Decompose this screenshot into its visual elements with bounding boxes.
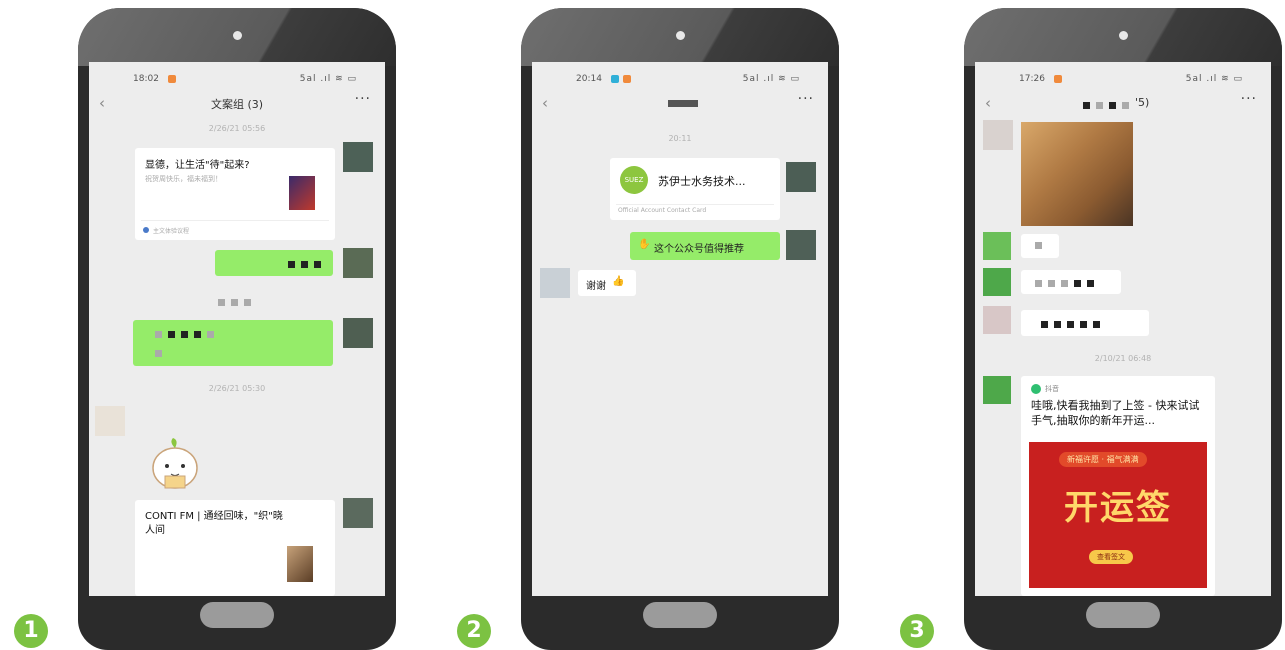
message-text: 谢谢 <box>586 281 606 292</box>
article-card[interactable]: 显德，让生活"待"起来? 祝贺周快乐，福未福到！ 主文体验议程 <box>135 148 335 240</box>
avatar[interactable] <box>786 162 816 192</box>
avatar[interactable] <box>343 318 373 348</box>
home-button[interactable] <box>1086 602 1160 628</box>
app-name: 抖音 <box>1045 385 1059 393</box>
timestamp: 2/10/21 06:48 <box>1094 354 1152 363</box>
avatar[interactable] <box>983 376 1011 404</box>
notification-icon <box>1054 75 1062 83</box>
back-icon[interactable]: ‹ <box>542 94 548 112</box>
notification-icon <box>611 75 619 83</box>
status-icons: 5al .ıl ≋ ▭ <box>299 74 357 84</box>
status-bar: 18:02 5al .ıl ≋ ▭ <box>89 74 385 88</box>
article-thumbnail <box>289 176 315 210</box>
chat-header: ‹ ··· <box>532 91 828 116</box>
avatar[interactable] <box>540 268 570 298</box>
more-icon[interactable]: ··· <box>1241 91 1257 107</box>
camera <box>1119 31 1128 40</box>
back-icon[interactable]: ‹ <box>985 94 991 112</box>
chat-title-suffix: '5) <box>1135 96 1150 109</box>
step-badge: 3 <box>900 614 934 648</box>
avatar[interactable] <box>983 232 1011 260</box>
phone-2: 20:14 5al .ıl ≋ ▭ ‹ ··· 20:11 SUEZ 苏伊士水务… <box>521 8 839 650</box>
sticker-image <box>152 438 198 489</box>
chat-screen-1: 18:02 5al .ıl ≋ ▭ ‹ 文案组 (3) ··· 2/26/21 … <box>89 62 385 596</box>
message-bubble[interactable] <box>1021 270 1121 294</box>
home-button[interactable] <box>200 602 274 628</box>
chat-screen-3: 17:26 5al .ıl ≋ ▭ ‹ '5) ··· 2/10/21 06:4… <box>975 62 1271 596</box>
status-time: 18:02 <box>133 74 159 84</box>
chat-header: ‹ 文案组 (3) ··· <box>89 91 385 116</box>
message-bubble[interactable] <box>1021 234 1059 258</box>
notification-icon <box>623 75 631 83</box>
status-time: 20:14 <box>576 74 602 84</box>
image-message[interactable] <box>1021 122 1133 226</box>
timestamp: 2/26/21 05:56 <box>208 124 266 133</box>
sticker[interactable] <box>147 436 203 492</box>
share-card[interactable]: 抖音 哇哦,快看我抽到了上签 - 快来试试手气,抽取你的新年开运... 新福许愿… <box>1021 376 1215 596</box>
article-thumbnail <box>287 546 313 582</box>
step-badge: 2 <box>457 614 491 648</box>
app-icon <box>1031 384 1041 394</box>
message-text: 这个公众号值得推荐 <box>654 244 744 255</box>
avatar[interactable] <box>983 120 1013 150</box>
source-icon <box>143 227 149 233</box>
article-subtitle: 祝贺周快乐，福未福到！ <box>145 175 222 183</box>
home-button[interactable] <box>643 602 717 628</box>
article-source: 主文体验议程 <box>153 228 190 235</box>
chat-title: 文案组 (3) <box>210 98 264 111</box>
banner-tag: 新福许愿 · 福气满满 <box>1059 452 1147 467</box>
thumbs-up-icon: 👍 <box>612 276 625 287</box>
article-title: CONTI FM | 通经回味，"织"晓人间 <box>145 511 283 536</box>
status-icons: 5al .ıl ≋ ▭ <box>742 74 800 84</box>
avatar[interactable] <box>343 142 373 172</box>
article-title: 显德，让生活"待"起来? <box>145 160 250 171</box>
more-icon[interactable]: ··· <box>355 91 371 107</box>
card-name: 苏伊士水务技术... <box>658 175 746 188</box>
notification-icon <box>168 75 176 83</box>
avatar[interactable] <box>343 498 373 528</box>
avatar[interactable] <box>983 268 1011 296</box>
phone-1: 18:02 5al .ıl ≋ ▭ ‹ 文案组 (3) ··· 2/26/21 … <box>78 8 396 650</box>
card-logo-icon: SUEZ <box>620 166 648 194</box>
avatar[interactable] <box>343 248 373 278</box>
share-banner: 新福许愿 · 福气满满 开运签 查看签文 <box>1029 442 1207 588</box>
status-bar: 17:26 5al .ıl ≋ ▭ <box>975 74 1271 88</box>
status-bar: 20:14 5al .ıl ≋ ▭ <box>532 74 828 88</box>
status-icons: 5al .ıl ≋ ▭ <box>1185 74 1243 84</box>
article-card[interactable]: CONTI FM | 通经回味，"织"晓人间 <box>135 500 335 596</box>
chat-header: ‹ '5) ··· <box>975 91 1271 116</box>
banner-title: 开运签 <box>1064 488 1172 528</box>
avatar[interactable] <box>786 230 816 260</box>
thumbs-icon: ✋ <box>638 239 651 250</box>
message-bubble[interactable] <box>1021 310 1149 336</box>
message-bubble[interactable] <box>215 250 333 276</box>
message-bubble[interactable] <box>133 320 333 366</box>
card-type: Official Account Contact Card <box>618 207 707 214</box>
camera <box>233 31 242 40</box>
more-icon[interactable]: ··· <box>798 91 814 107</box>
phone-3: 17:26 5al .ıl ≋ ▭ ‹ '5) ··· 2/10/21 06:4… <box>964 8 1282 650</box>
share-text: 哇哦,快看我抽到了上签 - 快来试试手气,抽取你的新年开运... <box>1031 399 1200 427</box>
camera <box>676 31 685 40</box>
message-bubble[interactable]: 谢谢 👍 <box>578 270 636 296</box>
chat-title-redacted <box>1083 98 1135 111</box>
avatar[interactable] <box>983 306 1011 334</box>
banner-button[interactable]: 查看签文 <box>1089 550 1133 564</box>
contact-card[interactable]: SUEZ 苏伊士水务技术... Official Account Contact… <box>610 158 780 220</box>
timestamp: 20:11 <box>668 134 692 143</box>
time-separator <box>89 298 385 307</box>
chat-screen-2: 20:14 5al .ıl ≋ ▭ ‹ ··· 20:11 SUEZ 苏伊士水务… <box>532 62 828 596</box>
chat-title-redacted <box>668 100 698 107</box>
step-badge: 1 <box>14 614 48 648</box>
timestamp: 2/26/21 05:30 <box>208 384 266 393</box>
avatar[interactable] <box>95 406 125 436</box>
status-time: 17:26 <box>1019 74 1045 84</box>
message-bubble[interactable]: ✋ 这个公众号值得推荐 <box>630 232 780 260</box>
